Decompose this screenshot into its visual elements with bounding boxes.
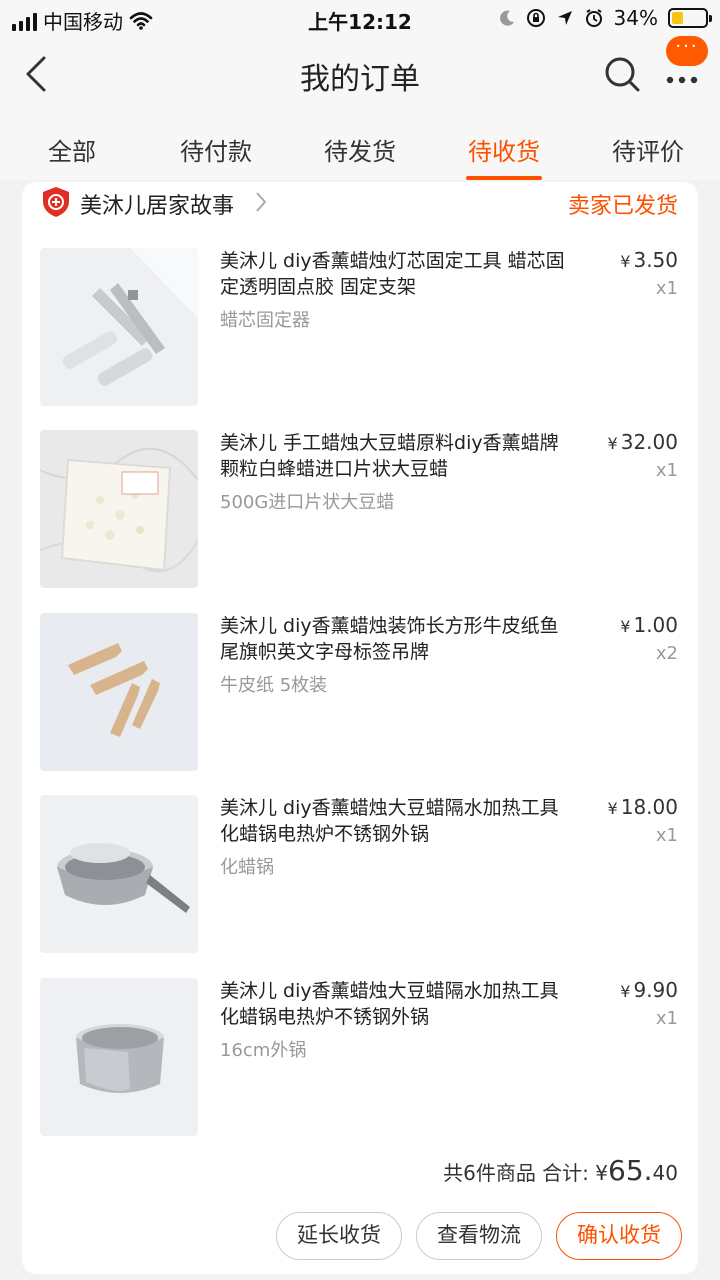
total-decimal: 40: [652, 1161, 678, 1185]
moon-icon: [499, 10, 514, 26]
product-quantity: x1: [655, 825, 678, 846]
order-tabs: 全部 待付款 待发货 待收货 待评价: [0, 112, 720, 180]
search-icon[interactable]: [602, 54, 642, 94]
price-value: 1.00: [633, 613, 678, 637]
order-item[interactable]: 美沐儿 手工蜡烛大豆蜡原料diy香薰蜡牌颗粒白蜂蜡进口片状大豆蜡 500G进口片…: [22, 430, 698, 590]
summary-prefix: 共6件商品 合计:: [443, 1161, 589, 1185]
order-item[interactable]: 美沐儿 diy香薰蜡烛灯芯固定工具 蜡芯固定透明固点胶 固定支架 蜡芯固定器 ¥…: [22, 248, 698, 408]
product-thumbnail[interactable]: [40, 430, 198, 588]
product-thumbnail[interactable]: [40, 613, 198, 771]
order-item[interactable]: 美沐儿 diy香薰蜡烛装饰长方形牛皮纸鱼尾旗帜英文字母标签吊牌 牛皮纸 5枚装 …: [22, 613, 698, 773]
product-thumbnail[interactable]: [40, 978, 198, 1136]
order-item[interactable]: 美沐儿 diy香薰蜡烛大豆蜡隔水加热工具 化蜡锅电热炉不锈钢外锅 化蜡锅 ¥18…: [22, 795, 698, 955]
product-title[interactable]: 美沐儿 diy香薰蜡烛大豆蜡隔水加热工具 化蜡锅电热炉不锈钢外锅: [220, 978, 570, 1030]
price-value: 18.00: [620, 795, 678, 819]
product-price: ¥32.00: [608, 430, 678, 454]
price-value: 3.50: [633, 248, 678, 272]
currency-symbol: ¥: [607, 434, 618, 453]
tab-all[interactable]: 全部: [0, 112, 144, 180]
price-value: 32.00: [620, 430, 678, 454]
tab-pending-shipment[interactable]: 待发货: [288, 112, 432, 180]
product-thumbnail[interactable]: [40, 248, 198, 406]
product-quantity: x1: [655, 1008, 678, 1029]
price-value: 9.90: [633, 978, 678, 1002]
product-quantity: x1: [655, 460, 678, 481]
status-bar: 中国移动 上午12:12 34%: [0, 0, 720, 36]
product-title[interactable]: 美沐儿 diy香薰蜡烛大豆蜡隔水加热工具 化蜡锅电热炉不锈钢外锅: [220, 795, 570, 847]
view-logistics-button[interactable]: 查看物流: [416, 1212, 542, 1260]
total-integer: 65.: [608, 1154, 653, 1187]
battery-fill: [672, 12, 683, 24]
currency-symbol: ¥: [607, 799, 618, 818]
product-price: ¥3.50: [620, 248, 678, 272]
product-price: ¥1.00: [620, 613, 678, 637]
product-title[interactable]: 美沐儿 diy香薰蜡烛灯芯固定工具 蜡芯固定透明固点胶 固定支架: [220, 248, 570, 300]
product-variant: 化蜡锅: [220, 857, 274, 878]
order-card: 美沐儿居家故事 卖家已发货 美沐儿 diy香薰蜡烛灯芯固定工具 蜡芯固定透明固点…: [22, 182, 698, 1274]
shop-name[interactable]: 美沐儿居家故事: [80, 188, 234, 220]
shop-badge-icon: [43, 187, 69, 217]
extend-receipt-button[interactable]: 延长收货: [276, 1212, 402, 1260]
product-title[interactable]: 美沐儿 diy香薰蜡烛装饰长方形牛皮纸鱼尾旗帜英文字母标签吊牌: [220, 613, 570, 665]
alarm-icon: [585, 9, 602, 27]
product-title[interactable]: 美沐儿 手工蜡烛大豆蜡原料diy香薰蜡牌颗粒白蜂蜡进口片状大豆蜡: [220, 430, 570, 482]
order-status: 卖家已发货: [567, 194, 678, 219]
tab-pending-payment[interactable]: 待付款: [144, 112, 288, 180]
battery-icon: [668, 8, 712, 28]
rotation-lock-icon: [526, 9, 545, 27]
total-currency: ¥: [595, 1161, 609, 1185]
product-thumbnail[interactable]: [40, 795, 198, 953]
shop-header[interactable]: 美沐儿居家故事 卖家已发货: [22, 182, 698, 224]
product-variant: 500G进口片状大豆蜡: [220, 492, 395, 513]
product-variant: 16cm外锅: [220, 1040, 307, 1061]
tab-pending-review[interactable]: 待评价: [576, 112, 720, 180]
currency-symbol: ¥: [620, 252, 631, 271]
currency-symbol: ¥: [620, 982, 631, 1001]
currency-symbol: ¥: [620, 617, 631, 636]
chevron-right-icon: [256, 192, 267, 212]
tab-pending-receipt[interactable]: 待收货: [432, 112, 576, 180]
order-item[interactable]: 美沐儿 diy香薰蜡烛大豆蜡隔水加热工具 化蜡锅电热炉不锈钢外锅 16cm外锅 …: [22, 978, 698, 1138]
product-price: ¥9.90: [620, 978, 678, 1002]
product-price: ¥18.00: [608, 795, 678, 819]
notification-badge[interactable]: ···: [666, 36, 708, 66]
product-quantity: x2: [655, 643, 678, 664]
product-quantity: x1: [655, 278, 678, 299]
status-right: 34%: [498, 6, 712, 30]
nav-bar: 我的订单 ···: [0, 36, 720, 112]
location-icon: [557, 11, 572, 25]
confirm-receipt-button[interactable]: 确认收货: [556, 1212, 682, 1260]
product-variant: 牛皮纸 5枚装: [220, 675, 328, 696]
order-summary: 共6件商品 合计: ¥65.40: [443, 1154, 678, 1187]
product-variant: 蜡芯固定器: [220, 310, 310, 331]
battery-percent: 34%: [613, 6, 658, 30]
order-actions: 延长收货 查看物流 确认收货: [276, 1212, 682, 1260]
